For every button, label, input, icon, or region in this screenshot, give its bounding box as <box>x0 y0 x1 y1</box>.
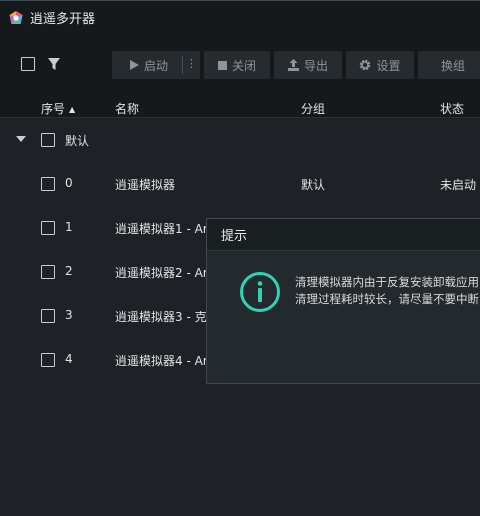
export-button-label: 导出 <box>303 58 328 73</box>
stop-icon <box>217 60 227 70</box>
row-name: 逍遥模拟器4 - Ar <box>115 354 208 368</box>
filter-icon[interactable] <box>46 56 62 72</box>
header-status[interactable]: 状态 <box>440 100 464 117</box>
header-name[interactable]: 名称 <box>115 100 139 117</box>
close-button-label: 关闭 <box>231 58 256 73</box>
alert-dialog: 提示 清理模拟器内由于反复安装卸载应用 清理过程耗时较长，请尽量不要中断 <box>206 218 480 384</box>
app-logo-icon <box>9 10 23 24</box>
start-button[interactable]: 启动 ⋮ <box>112 51 200 79</box>
row-index: 0 <box>65 176 73 190</box>
table-header: 序号 ▲ 名称 分组 状态 <box>0 96 480 118</box>
start-button-label: 启动 <box>143 58 168 73</box>
header-index-label: 序号 <box>41 102 66 116</box>
settings-button-label: 设置 <box>376 58 401 73</box>
export-button[interactable]: 导出 <box>274 51 342 79</box>
dialog-header: 提示 <box>207 219 480 251</box>
close-button[interactable]: 关闭 <box>204 51 270 79</box>
row-checkbox[interactable] <box>41 353 55 367</box>
header-group[interactable]: 分组 <box>301 100 325 117</box>
switch-group-button[interactable]: 换组 <box>418 51 480 79</box>
app-title: 逍遥多开器 <box>30 12 96 27</box>
table-row[interactable]: 0 逍遥模拟器 默认 未启动 <box>0 162 480 206</box>
row-checkbox[interactable] <box>41 309 55 323</box>
row-status: 未启动 <box>440 178 477 192</box>
info-icon <box>240 272 280 312</box>
sort-ascending-icon: ▲ <box>69 105 76 114</box>
dialog-title: 提示 <box>221 229 248 244</box>
row-name: 逍遥模拟器2 - Ar <box>115 266 208 280</box>
dialog-message: 清理模拟器内由于反复安装卸载应用 清理过程耗时较长，请尽量不要中断 <box>295 274 480 308</box>
row-name: 逍遥模拟器3 - 克 <box>115 310 207 324</box>
row-checkbox[interactable] <box>41 177 55 191</box>
row-index: 4 <box>65 352 73 366</box>
play-icon <box>129 60 139 70</box>
title-bar: 逍遥多开器 <box>0 0 480 34</box>
switch-group-button-label: 换组 <box>440 58 465 73</box>
export-icon <box>287 59 299 71</box>
row-checkbox[interactable] <box>41 265 55 279</box>
header-index[interactable]: 序号 ▲ <box>41 100 75 117</box>
row-index: 2 <box>65 264 73 278</box>
row-name: 逍遥模拟器1 - Ar <box>115 222 208 236</box>
more-options-icon[interactable]: ⋮ <box>186 57 197 70</box>
group-name: 默认 <box>65 134 90 148</box>
collapse-caret-icon[interactable] <box>16 136 26 142</box>
settings-button[interactable]: 设置 <box>346 51 414 79</box>
toolbar: 启动 ⋮ 关闭 导出 设置 换组 <box>0 34 480 96</box>
row-name: 逍遥模拟器 <box>115 178 176 192</box>
row-index: 1 <box>65 220 73 234</box>
row-checkbox[interactable] <box>41 221 55 235</box>
row-group: 默认 <box>301 178 326 192</box>
split-separator <box>182 56 183 74</box>
row-index: 3 <box>65 308 73 322</box>
group-checkbox[interactable] <box>41 133 55 147</box>
select-all-checkbox[interactable] <box>21 57 35 71</box>
group-row-default[interactable]: 默认 <box>0 118 480 162</box>
dialog-message-line1: 清理模拟器内由于反复安装卸载应用 <box>295 275 479 289</box>
dialog-message-line2: 清理过程耗时较长，请尽量不要中断 <box>295 292 479 306</box>
gear-icon <box>359 59 371 71</box>
